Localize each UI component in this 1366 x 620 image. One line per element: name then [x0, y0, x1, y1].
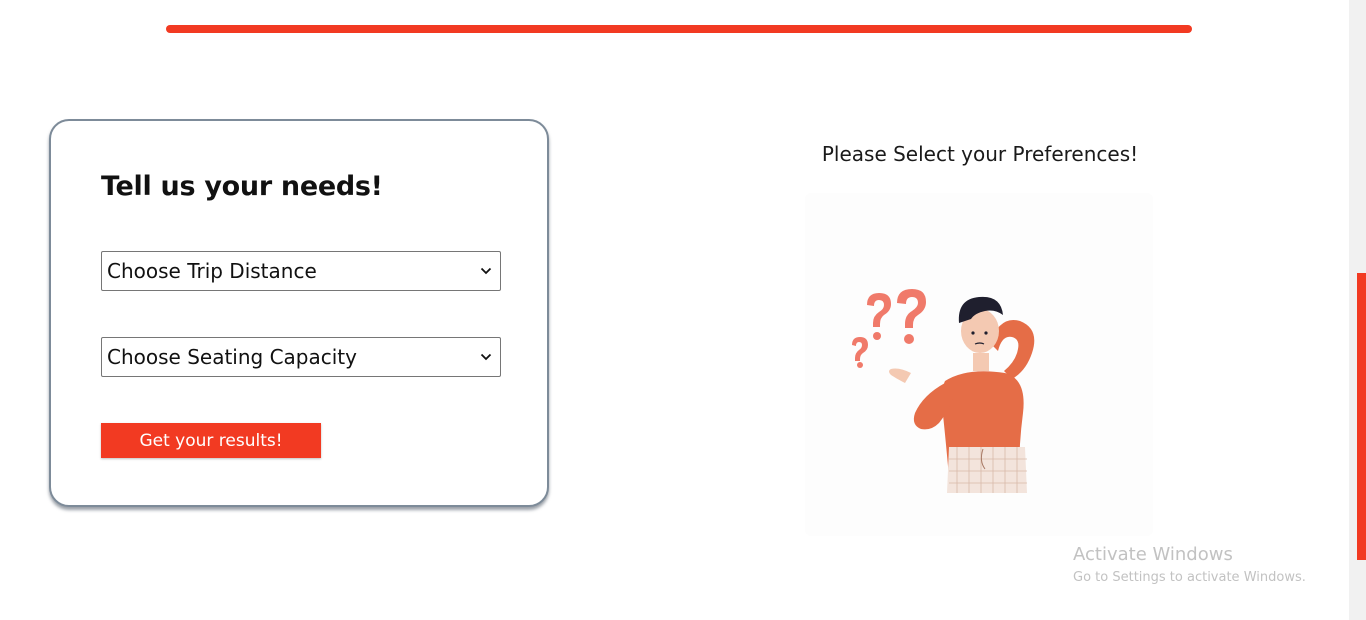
chevron-down-icon	[480, 353, 492, 361]
scrollbar-thumb[interactable]	[1357, 273, 1366, 560]
seating-capacity-selected-value: Choose Seating Capacity	[107, 345, 357, 369]
activate-windows-subtitle: Go to Settings to activate Windows.	[1073, 570, 1306, 585]
activate-windows-title: Activate Windows	[1073, 544, 1233, 565]
preferences-form-card: Tell us your needs! Choose Trip Distance…	[49, 119, 549, 507]
seating-capacity-select[interactable]: Choose Seating Capacity	[101, 337, 501, 377]
preferences-heading: Please Select your Preferences!	[821, 142, 1139, 166]
trip-distance-selected-value: Choose Trip Distance	[107, 259, 317, 283]
confused-man-illustration	[805, 193, 1153, 536]
trip-distance-select[interactable]: Choose Trip Distance	[101, 251, 501, 291]
page: Tell us your needs! Choose Trip Distance…	[0, 0, 1366, 620]
form-title: Tell us your needs!	[101, 171, 383, 202]
get-results-button[interactable]: Get your results!	[101, 423, 321, 458]
chevron-down-icon	[480, 267, 492, 275]
progress-bar	[166, 25, 1192, 33]
